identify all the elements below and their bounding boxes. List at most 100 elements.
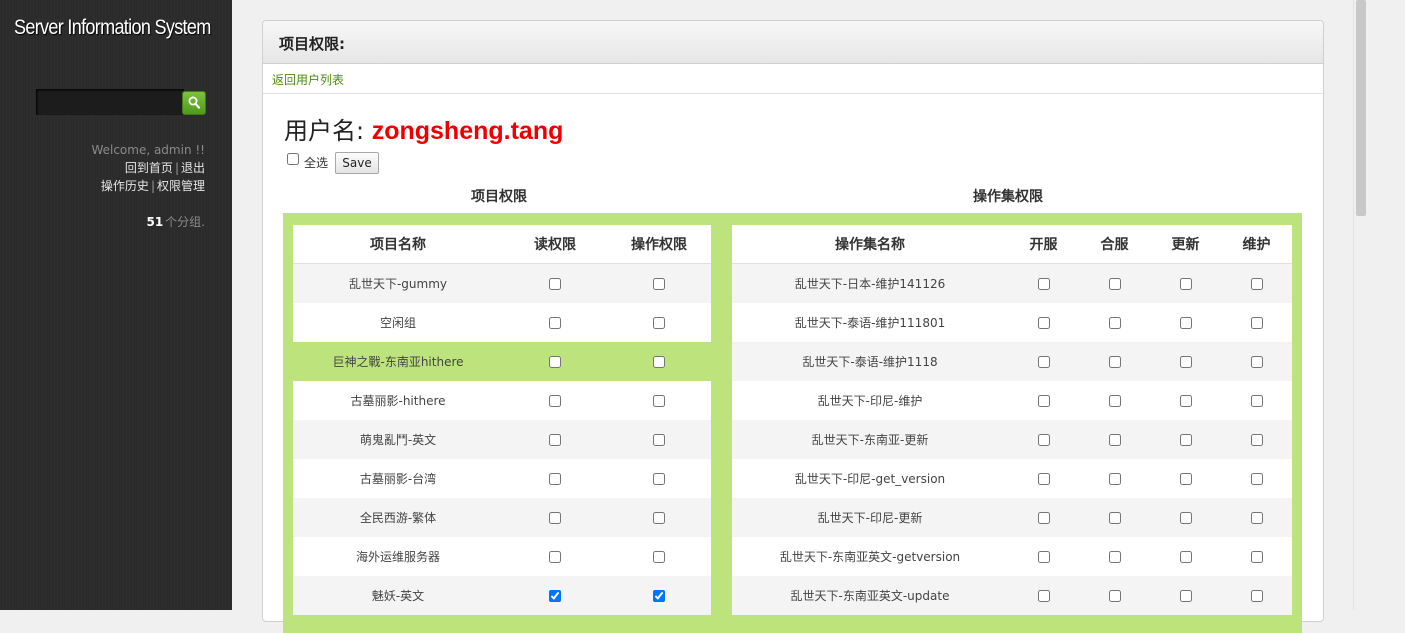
column-header-operate: 操作权限 xyxy=(607,225,711,264)
opset-name-cell: 乱世天下-东南亚英文-update xyxy=(732,576,1008,615)
read-permission-checkbox[interactable] xyxy=(549,278,561,290)
scrollbar-thumb[interactable] xyxy=(1356,0,1366,216)
merge-server-checkbox[interactable] xyxy=(1108,356,1121,368)
open-server-checkbox[interactable] xyxy=(1037,551,1050,563)
maintain-checkbox[interactable] xyxy=(1250,317,1263,329)
open-server-checkbox[interactable] xyxy=(1037,356,1050,368)
update-checkbox[interactable] xyxy=(1179,395,1192,407)
open-server-checkbox[interactable] xyxy=(1037,512,1050,524)
merge-server-cell xyxy=(1079,576,1150,615)
open-server-cell xyxy=(1008,342,1079,381)
operate-permission-checkbox[interactable] xyxy=(653,551,665,563)
update-checkbox[interactable] xyxy=(1179,278,1192,290)
operate-permission-checkbox[interactable] xyxy=(653,473,665,485)
open-server-checkbox[interactable] xyxy=(1037,590,1050,602)
merge-server-checkbox[interactable] xyxy=(1108,434,1121,446)
opset-name-cell: 乱世天下-东南亚英文-getversion xyxy=(779,550,961,564)
merge-server-checkbox[interactable] xyxy=(1108,512,1121,524)
update-checkbox[interactable] xyxy=(1179,512,1192,524)
read-permission-checkbox[interactable] xyxy=(549,473,561,485)
open-server-cell xyxy=(1008,498,1079,537)
merge-server-checkbox[interactable] xyxy=(1108,590,1121,602)
column-header-read: 读权限 xyxy=(503,225,607,264)
read-permission-checkbox[interactable] xyxy=(549,590,561,602)
update-checkbox[interactable] xyxy=(1179,473,1192,485)
page-scrollbar[interactable] xyxy=(1353,0,1369,610)
open-server-checkbox[interactable] xyxy=(1037,278,1050,290)
operate-permission-checkbox[interactable] xyxy=(653,590,665,602)
project-permission-table: 项目名称 读权限 操作权限 乱世天下-gummy 空闲组 巨神之戰-东南亚hithe… xyxy=(293,225,711,615)
table-row: 乱世天下-印尼-更新 xyxy=(732,498,1292,537)
maintain-checkbox[interactable] xyxy=(1250,512,1263,524)
search-button[interactable] xyxy=(182,91,206,115)
operate-permission-checkbox[interactable] xyxy=(653,317,665,329)
open-server-cell xyxy=(1008,381,1079,420)
welcome-text: Welcome, admin !! xyxy=(91,143,205,157)
open-server-checkbox[interactable] xyxy=(1037,317,1050,329)
project-name-cell: 古墓丽影-hithere xyxy=(350,394,446,408)
merge-server-checkbox[interactable] xyxy=(1108,395,1121,407)
maintain-cell xyxy=(1221,459,1292,498)
maintain-checkbox[interactable] xyxy=(1250,434,1263,446)
update-checkbox[interactable] xyxy=(1179,434,1192,446)
read-permission-checkbox[interactable] xyxy=(549,551,561,563)
open-server-checkbox[interactable] xyxy=(1037,434,1050,446)
history-link[interactable]: 操作历史 xyxy=(101,179,149,193)
update-checkbox[interactable] xyxy=(1179,551,1192,563)
open-server-checkbox[interactable] xyxy=(1037,395,1050,407)
opset-name-cell: 乱世天下-印尼-get_version xyxy=(794,472,946,486)
project-name-cell: 空闲组 xyxy=(379,316,416,330)
update-checkbox[interactable] xyxy=(1179,317,1192,329)
update-checkbox[interactable] xyxy=(1179,590,1192,602)
maintain-checkbox[interactable] xyxy=(1250,395,1263,407)
back-to-user-list-link[interactable]: 返回用户列表 xyxy=(272,71,344,88)
merge-server-checkbox[interactable] xyxy=(1108,551,1121,563)
operate-permission-checkbox[interactable] xyxy=(653,512,665,524)
operate-permission-checkbox[interactable] xyxy=(653,356,665,368)
update-checkbox[interactable] xyxy=(1179,356,1192,368)
table-header-row: 操作集名称 开服 合服 更新 维护 xyxy=(732,225,1292,264)
maintain-cell xyxy=(1221,537,1292,576)
read-permission-checkbox[interactable] xyxy=(549,512,561,524)
save-button[interactable]: Save xyxy=(335,152,379,174)
operate-permission-checkbox[interactable] xyxy=(653,278,665,290)
operate-permission-checkbox[interactable] xyxy=(653,434,665,446)
opset-name-cell: 乱世天下-泰语-维护1118 xyxy=(732,342,1008,381)
maintain-checkbox[interactable] xyxy=(1250,278,1263,290)
read-permission-cell xyxy=(503,342,607,381)
column-header-opset-name: 操作集名称 xyxy=(732,225,1008,264)
table-row: 全民西游-繁体 xyxy=(293,498,711,537)
select-all-checkbox[interactable] xyxy=(287,153,299,165)
read-permission-checkbox[interactable] xyxy=(549,395,561,407)
logout-link[interactable]: 退出 xyxy=(181,161,205,175)
operate-permission-checkbox[interactable] xyxy=(653,395,665,407)
table-row: 魅妖-英文 xyxy=(293,576,711,615)
read-permission-cell xyxy=(503,576,607,615)
maintain-checkbox[interactable] xyxy=(1250,551,1263,563)
read-permission-checkbox[interactable] xyxy=(549,356,561,368)
project-name-cell: 古墓丽影-台湾 xyxy=(359,472,437,486)
user-label: 用户名: xyxy=(284,117,372,145)
maintain-checkbox[interactable] xyxy=(1250,356,1263,368)
merge-server-checkbox[interactable] xyxy=(1108,278,1121,290)
maintain-checkbox[interactable] xyxy=(1250,590,1263,602)
read-permission-checkbox[interactable] xyxy=(549,317,561,329)
table-row: 海外运维服务器 xyxy=(293,537,711,576)
merge-server-cell xyxy=(1079,498,1150,537)
read-permission-checkbox[interactable] xyxy=(549,434,561,446)
read-permission-cell xyxy=(503,381,607,420)
home-link[interactable]: 回到首页 xyxy=(125,161,173,175)
column-header-open-server: 开服 xyxy=(1008,225,1079,264)
operate-permission-cell xyxy=(607,537,711,576)
table-row: 乱世天下-东南亚-更新 xyxy=(732,420,1292,459)
merge-server-checkbox[interactable] xyxy=(1108,473,1121,485)
merge-server-checkbox[interactable] xyxy=(1108,317,1121,329)
search-input[interactable] xyxy=(36,89,184,115)
open-server-checkbox[interactable] xyxy=(1037,473,1050,485)
column-header-update: 更新 xyxy=(1150,225,1221,264)
maintain-cell xyxy=(1221,342,1292,381)
maintain-checkbox[interactable] xyxy=(1250,473,1263,485)
permission-management-link[interactable]: 权限管理 xyxy=(157,179,205,193)
merge-server-cell xyxy=(1079,342,1150,381)
open-server-cell xyxy=(1008,420,1079,459)
